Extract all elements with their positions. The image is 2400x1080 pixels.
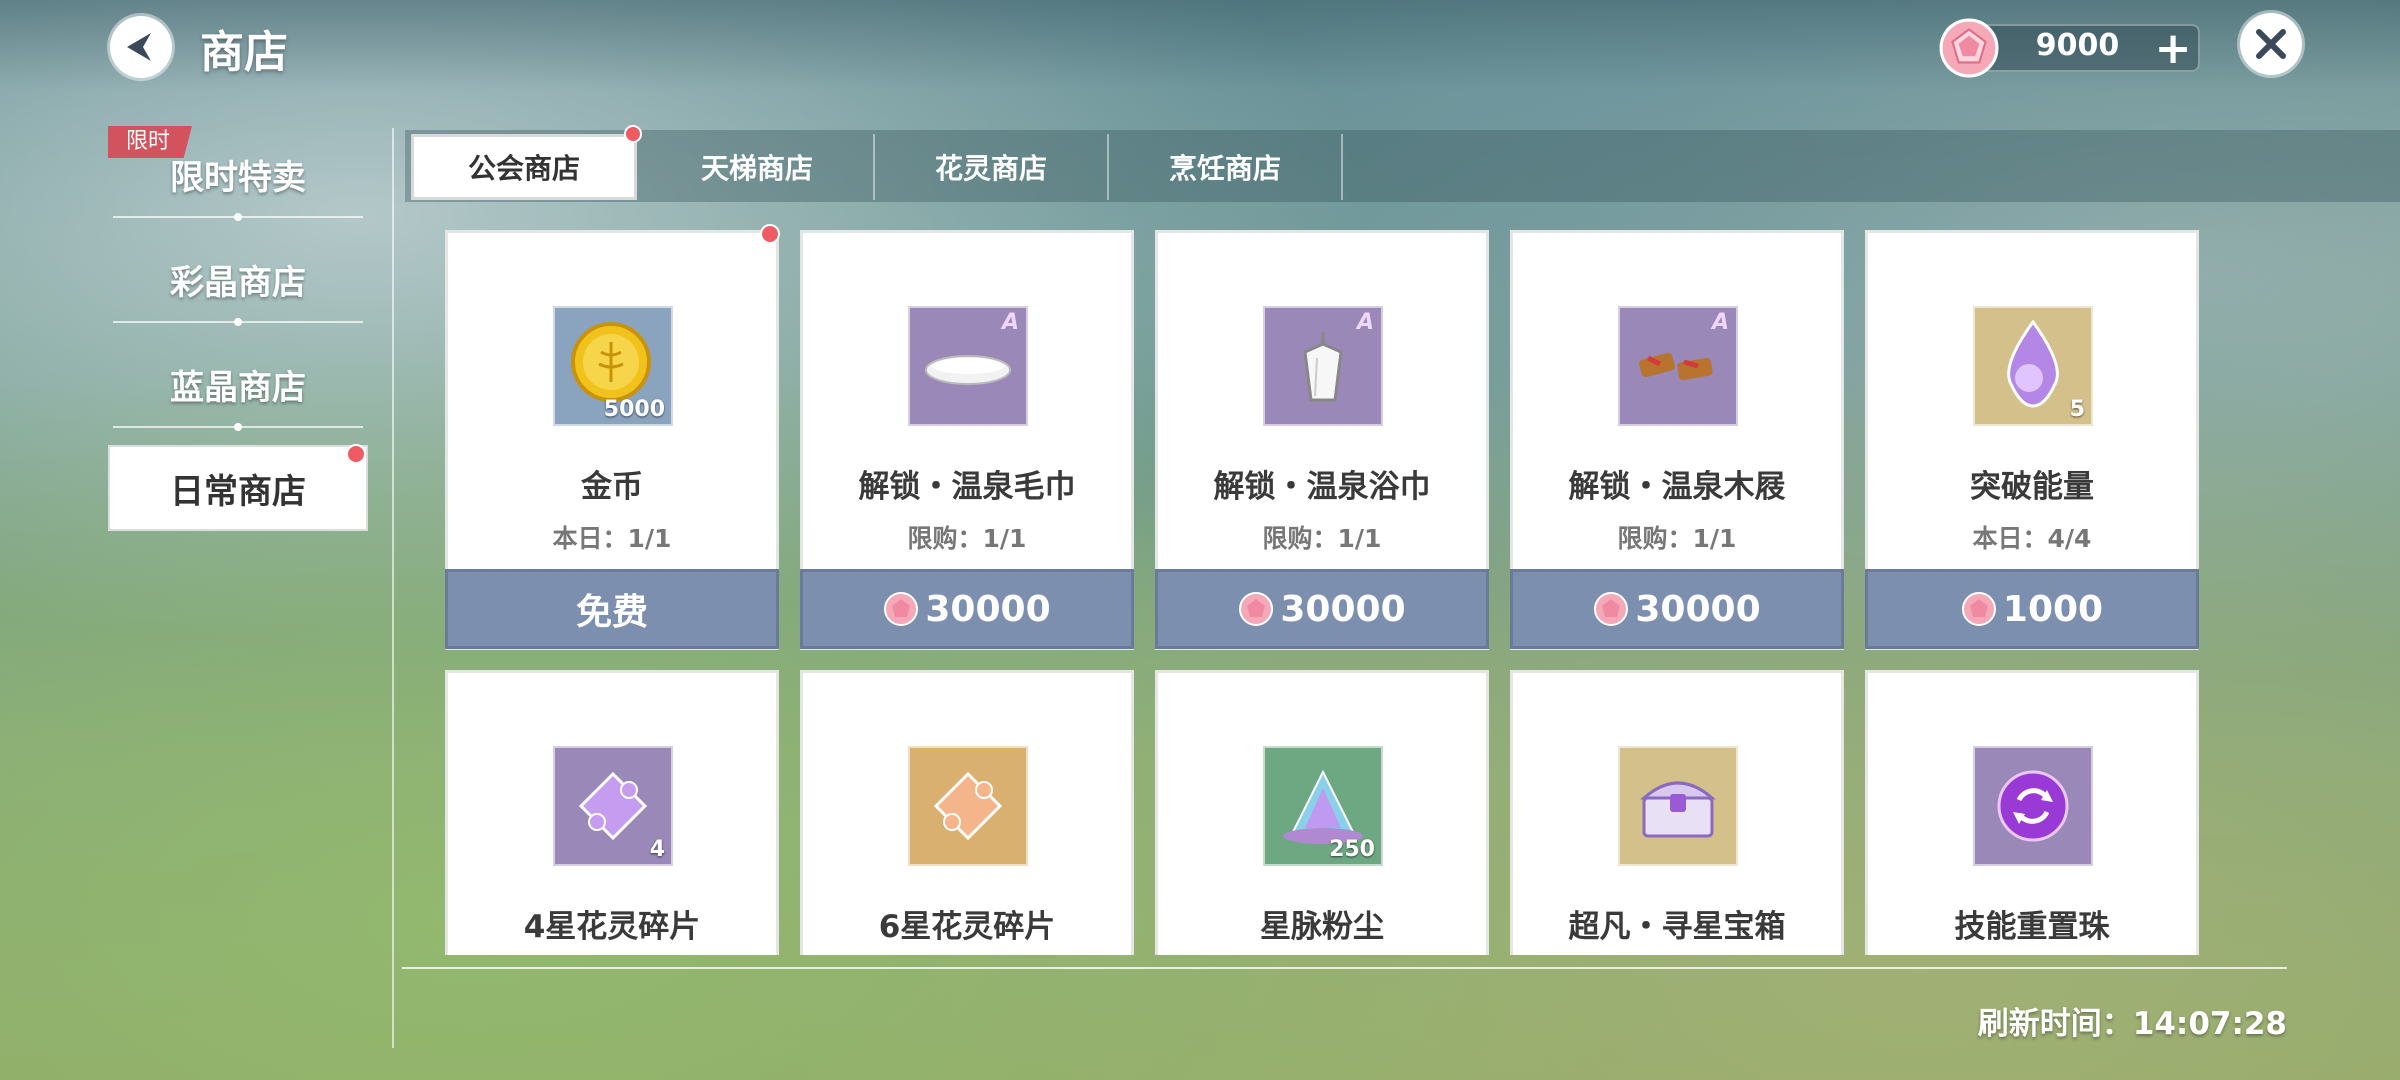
item-name: 技能重置珠 xyxy=(1954,909,2110,945)
sidebar-item-label: 限时特卖 xyxy=(170,157,306,198)
price-label: 30000 xyxy=(925,588,1051,630)
shop-item-card[interactable]: 4 4星花灵碎片 xyxy=(445,670,779,955)
reset-orb-icon xyxy=(1997,770,2069,842)
item-grid: 5000 金币 本日：1/1 免费 A 解锁・温泉毛巾 限购：1/1 30000 xyxy=(420,220,2220,955)
sidebar-item-blue-crystal-shop[interactable]: 蓝晶商店 xyxy=(108,340,368,431)
tab-label: 烹饪商店 xyxy=(1168,152,1281,185)
tab-label: 公会商店 xyxy=(467,152,580,185)
item-name: 金币 xyxy=(581,469,643,505)
notification-dot xyxy=(760,224,780,244)
tab-guild-shop[interactable]: 公会商店 xyxy=(411,134,637,200)
tab-divider xyxy=(873,134,875,200)
item-icon-frame: 250 xyxy=(1263,746,1383,866)
tab-flower-spirit-shop[interactable]: 花灵商店 xyxy=(878,134,1104,200)
item-limit: 限购：1/1 xyxy=(1262,524,1382,553)
item-name: 解锁・温泉毛巾 xyxy=(858,469,1076,505)
shop-item-card[interactable]: 6星花灵碎片 xyxy=(800,670,1134,955)
item-icon-frame: 4 xyxy=(553,746,673,866)
item-icon-frame: A xyxy=(908,306,1028,426)
item-rank: A xyxy=(1711,310,1729,335)
tab-label: 花灵商店 xyxy=(934,152,1047,185)
shop-item-card[interactable]: 5000 金币 本日：1/1 免费 xyxy=(445,230,779,650)
back-button[interactable] xyxy=(110,16,172,78)
divider xyxy=(113,213,363,221)
item-limit: 本日：4/4 xyxy=(1972,524,2092,553)
treasure-chest-icon xyxy=(1640,781,1716,838)
buy-button[interactable]: 免费 xyxy=(445,569,779,649)
price-label: 30000 xyxy=(1280,588,1406,630)
price-label: 1000 xyxy=(2002,588,2104,630)
price-label: 免费 xyxy=(575,592,648,633)
item-limit: 限购：1/1 xyxy=(907,524,1027,553)
buy-button[interactable]: 30000 xyxy=(1510,569,1844,649)
item-icon-frame xyxy=(1973,746,2093,866)
tab-label: 天梯商店 xyxy=(700,152,813,185)
back-arrow-icon xyxy=(127,33,151,61)
divider xyxy=(113,423,363,431)
shop-item-card[interactable]: 5 突破能量 本日：4/4 1000 xyxy=(1865,230,2199,650)
item-rank: A xyxy=(1001,310,1019,335)
divider xyxy=(113,318,363,326)
item-quantity: 5000 xyxy=(603,397,665,422)
shop-item-card[interactable]: 250 星脉粉尘 xyxy=(1155,670,1489,955)
notification-dot xyxy=(624,125,642,143)
sidebar-item-daily-shop[interactable]: 日常商店 xyxy=(108,445,368,531)
close-button[interactable] xyxy=(2240,13,2302,75)
currency-amount: 9000 xyxy=(2035,28,2120,63)
buy-button[interactable]: 30000 xyxy=(800,569,1134,649)
item-name: 解锁・温泉浴巾 xyxy=(1213,469,1431,505)
shop-item-card[interactable]: 技能重置珠 xyxy=(1865,670,2199,955)
item-icon-frame xyxy=(908,746,1028,866)
page-title: 商店 xyxy=(200,27,288,78)
item-icon-frame: 5000 xyxy=(553,306,673,426)
tab-ladder-shop[interactable]: 天梯商店 xyxy=(644,134,870,200)
refresh-time: 刷新时间：14:07:28 xyxy=(1977,1006,2287,1042)
item-name: 6星花灵碎片 xyxy=(878,909,1056,945)
tab-divider xyxy=(1107,134,1109,200)
add-currency-button[interactable]: + xyxy=(2153,27,2193,71)
pink-gem-icon xyxy=(1961,592,1996,626)
shop-item-card[interactable]: A 解锁・温泉毛巾 限购：1/1 30000 xyxy=(800,230,1134,650)
item-icon-frame: A xyxy=(1263,306,1383,426)
tab-divider xyxy=(1341,134,1343,200)
item-icon-frame xyxy=(1618,746,1738,866)
shop-item-card[interactable]: A 解锁・温泉浴巾 限购：1/1 30000 xyxy=(1155,230,1489,650)
orange-puzzle-icon xyxy=(933,771,1003,841)
item-rank: A xyxy=(1356,310,1374,335)
item-icon-frame: A xyxy=(1618,306,1738,426)
close-icon xyxy=(2256,29,2286,59)
buy-button[interactable]: 1000 xyxy=(1865,569,2199,649)
item-name: 星脉粉尘 xyxy=(1260,909,1384,945)
notification-dot xyxy=(346,444,366,464)
sidebar-item-color-crystal-shop[interactable]: 彩晶商店 xyxy=(108,235,368,326)
sidebar-item-label: 蓝晶商店 xyxy=(170,367,306,408)
pink-gem-icon xyxy=(884,592,919,626)
pink-gem-icon xyxy=(1594,592,1629,626)
divider xyxy=(392,128,394,1048)
item-icon-frame: 5 xyxy=(1973,306,2093,426)
buy-button[interactable]: 30000 xyxy=(1155,569,1489,649)
item-name: 解锁・温泉木屐 xyxy=(1568,469,1786,505)
tab-cooking-shop[interactable]: 烹饪商店 xyxy=(1112,134,1338,200)
sidebar-item-label: 彩晶商店 xyxy=(170,262,306,303)
item-limit: 限购：1/1 xyxy=(1617,524,1737,553)
limited-badge: 限时 xyxy=(108,126,193,158)
sidebar-item-label: 日常商店 xyxy=(170,471,306,512)
item-quantity: 5 xyxy=(2069,397,2085,422)
shop-item-card[interactable]: 超凡・寻星宝箱 xyxy=(1510,670,1844,955)
price-label: 30000 xyxy=(1635,588,1761,630)
pink-gem-icon xyxy=(1939,18,1999,78)
item-name: 超凡・寻星宝箱 xyxy=(1568,909,1786,945)
shop-item-card[interactable]: A 解锁・温泉木屐 限购：1/1 30000 xyxy=(1510,230,1844,650)
divider xyxy=(402,967,2287,969)
item-name: 4星花灵碎片 xyxy=(523,909,701,945)
item-quantity: 4 xyxy=(649,837,665,862)
item-limit: 本日：1/1 xyxy=(552,524,672,553)
item-quantity: 250 xyxy=(1329,837,1375,862)
item-name: 突破能量 xyxy=(1970,469,2094,505)
pink-gem-icon xyxy=(1239,592,1274,626)
